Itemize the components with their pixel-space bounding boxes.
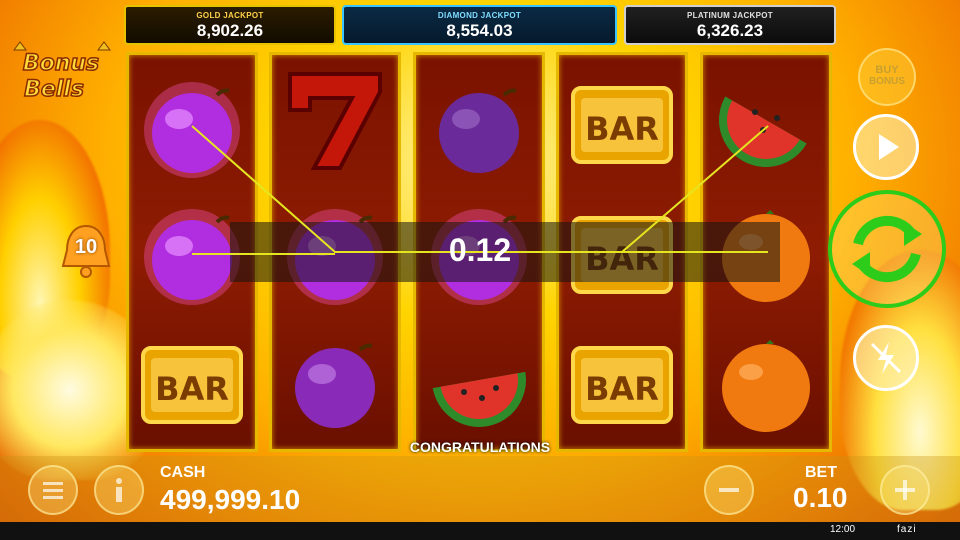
bar-label: BAR — [155, 370, 229, 408]
congratulations-message: CONGRATULATIONS — [409, 439, 551, 455]
bonus-bells-logo: Bonus Bells — [13, 41, 111, 103]
diamond-jackpot-value: 8,554.03 — [446, 21, 513, 40]
autoplay-button[interactable] — [853, 114, 919, 180]
info-button[interactable] — [94, 465, 144, 515]
brand-logo: fazi — [897, 524, 917, 535]
bar-symbol: BAR — [571, 86, 673, 164]
diamond-jackpot-label: DIAMOND JACKPOT — [437, 11, 522, 20]
status-bar — [0, 522, 960, 540]
bar-symbol: BAR — [571, 346, 673, 424]
decrease-bet-button[interactable] — [704, 465, 754, 515]
spin-arrows-icon — [852, 215, 922, 283]
menu-button[interactable] — [28, 465, 78, 515]
cash-value: 499,999.10 — [160, 484, 301, 515]
minus-icon — [719, 488, 739, 492]
bet-label: BET — [805, 464, 837, 481]
plum-symbol — [439, 88, 519, 173]
orange-symbol — [722, 340, 810, 432]
logo-line1: Bonus — [23, 51, 99, 76]
buy-bonus-line1: BUY — [875, 64, 899, 76]
platinum-jackpot: PLATINUM JACKPOT 6,326.23 — [624, 5, 836, 45]
plum-symbol — [144, 82, 240, 178]
hamburger-icon — [43, 482, 63, 499]
gold-jackpot-label: GOLD JACKPOT — [196, 11, 264, 20]
platinum-jackpot-label: PLATINUM JACKPOT — [687, 11, 773, 20]
turbo-button[interactable] — [853, 325, 919, 391]
watermelon-symbol — [432, 371, 526, 427]
clock: 12:00 — [830, 524, 856, 535]
buy-bonus-button[interactable]: BUY BONUS — [858, 48, 916, 106]
diamond-jackpot: DIAMOND JACKPOT 8,554.03 — [342, 5, 617, 45]
plus-icon — [895, 480, 915, 500]
lines-bell-badge: 10 — [55, 222, 117, 280]
logo-line2: Bells — [24, 77, 84, 102]
cash-label: CASH — [160, 464, 206, 481]
play-icon — [879, 134, 899, 160]
bar-symbol: BAR — [141, 346, 243, 424]
win-amount: 0.12 — [448, 232, 512, 268]
spin-button[interactable] — [828, 190, 946, 308]
bar-label: BAR — [585, 110, 659, 148]
gold-jackpot-value: 8,902.26 — [196, 21, 264, 40]
lines-count: 10 — [74, 236, 98, 258]
plum-symbol — [295, 343, 375, 428]
seven-symbol — [288, 72, 382, 170]
increase-bet-button[interactable] — [880, 465, 930, 515]
info-icon — [116, 478, 122, 502]
buy-bonus-line2: BONUS — [868, 76, 906, 87]
bar-label: BAR — [585, 370, 659, 408]
platinum-jackpot-value: 6,326.23 — [696, 21, 764, 40]
turbo-off-icon — [870, 342, 902, 374]
bet-value: 0.10 — [793, 482, 848, 513]
watermelon-symbol — [719, 96, 807, 167]
gold-jackpot: GOLD JACKPOT 8,902.26 — [124, 5, 336, 45]
